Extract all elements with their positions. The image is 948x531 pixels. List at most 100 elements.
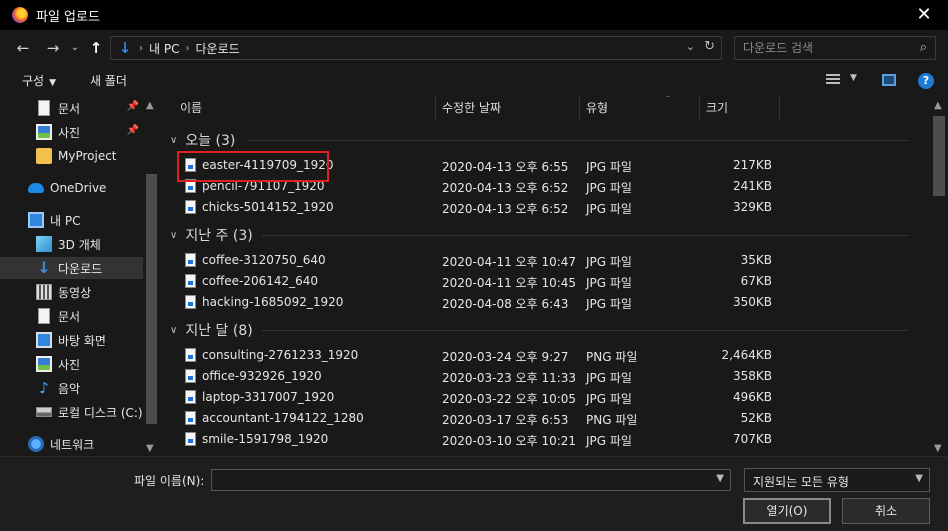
caret-down-icon: ▼ bbox=[49, 78, 57, 88]
preview-pane-icon[interactable] bbox=[882, 74, 896, 86]
file-type: JPG 파일 bbox=[586, 255, 632, 269]
sidebar-scrollbar[interactable]: ▲ ▼ bbox=[143, 96, 160, 456]
sidebar-item-onedrive[interactable]: OneDrive bbox=[0, 177, 143, 199]
pc-icon bbox=[28, 212, 44, 228]
videos-icon bbox=[36, 284, 52, 300]
organize-button[interactable]: 구성 ▼ bbox=[22, 72, 56, 89]
pictures-icon bbox=[36, 124, 52, 140]
file-size: 329KB bbox=[732, 200, 772, 214]
file-size: 496KB bbox=[732, 390, 772, 404]
forward-arrow-icon[interactable]: → bbox=[44, 39, 62, 57]
scroll-up-icon[interactable]: ▲ bbox=[146, 100, 154, 111]
image-file-icon bbox=[185, 295, 196, 309]
sidebar-item-videos[interactable]: 동영상 bbox=[0, 281, 143, 303]
file-size: 350KB bbox=[732, 295, 772, 309]
help-icon[interactable]: ? bbox=[918, 73, 934, 89]
table-row[interactable]: smile-1591798_1920 2020-03-10 오후 10:21 J… bbox=[160, 429, 930, 450]
address-bar[interactable]: ↓ › 내 PC › 다운로드 ⌄ ↻ bbox=[110, 36, 722, 60]
file-type: JPG 파일 bbox=[586, 297, 632, 311]
up-arrow-icon[interactable]: ↑ bbox=[87, 39, 105, 57]
file-date: 2020-04-11 오후 10:47 bbox=[442, 255, 577, 269]
recent-locations-icon[interactable]: ⌄ bbox=[66, 39, 84, 57]
table-row[interactable]: coffee-3120750_640 2020-04-11 오후 10:47 J… bbox=[160, 250, 930, 271]
group-header-today[interactable]: ∨ 오늘 (3) bbox=[170, 128, 908, 152]
file-type: JPG 파일 bbox=[586, 202, 632, 216]
search-box[interactable]: ⌕ bbox=[734, 36, 936, 60]
scrollbar-thumb[interactable] bbox=[933, 116, 945, 196]
table-row[interactable]: consulting-2761233_1920 2020-03-24 오후 9:… bbox=[160, 345, 930, 366]
pin-icon[interactable]: 📌 bbox=[127, 125, 139, 136]
group-header-last-month[interactable]: ∨ 지난 달 (8) bbox=[170, 318, 908, 342]
filename-combobox[interactable]: ▼ bbox=[211, 469, 731, 491]
table-row[interactable]: office-932926_1920 2020-03-23 오후 11:33 J… bbox=[160, 366, 930, 387]
column-header-type[interactable]: 유형 bbox=[580, 96, 700, 121]
group-header-last-week[interactable]: ∨ 지난 주 (3) bbox=[170, 223, 908, 247]
music-icon: ♪ bbox=[39, 379, 49, 397]
file-name: smile-1591798_1920 bbox=[202, 432, 329, 446]
close-icon[interactable]: ✕ bbox=[914, 5, 934, 25]
file-date: 2020-04-13 오후 6:55 bbox=[442, 160, 569, 174]
table-row[interactable]: accountant-1794122_1280 2020-03-17 오후 6:… bbox=[160, 408, 930, 429]
file-date: 2020-03-24 오후 9:27 bbox=[442, 350, 569, 364]
sidebar-item-label: 3D 개체 bbox=[58, 237, 101, 252]
new-folder-button[interactable]: 새 폴더 bbox=[90, 72, 127, 89]
sidebar-item-pictures[interactable]: 사진 bbox=[0, 353, 143, 375]
document-icon bbox=[38, 308, 50, 324]
sidebar-item-this-pc[interactable]: 내 PC bbox=[0, 209, 143, 231]
refresh-icon[interactable]: ↻ bbox=[704, 39, 715, 54]
downloads-icon: ↓ bbox=[37, 258, 51, 277]
scrollbar-thumb[interactable] bbox=[146, 174, 157, 424]
column-header-date[interactable]: 수정한 날짜 bbox=[436, 96, 580, 121]
table-row[interactable]: laptop-3317007_1920 2020-03-22 오후 10:05 … bbox=[160, 387, 930, 408]
search-input[interactable] bbox=[735, 37, 905, 59]
view-options-icon[interactable] bbox=[826, 74, 840, 86]
search-icon[interactable]: ⌕ bbox=[920, 40, 927, 55]
cancel-button[interactable]: 취소 bbox=[842, 498, 930, 524]
pin-icon[interactable]: 📌 bbox=[127, 101, 139, 112]
open-button[interactable]: 열기(O) bbox=[743, 498, 831, 524]
group-divider bbox=[248, 140, 908, 141]
filename-input[interactable] bbox=[212, 470, 712, 490]
sidebar-item-documents[interactable]: 문서 bbox=[0, 305, 143, 327]
column-header-name[interactable]: 이름 bbox=[174, 96, 436, 121]
table-row[interactable]: chicks-5014152_1920 2020-04-13 오후 6:52 J… bbox=[160, 197, 930, 218]
file-type-filter[interactable]: 지원되는 모든 유형 ▼ bbox=[744, 468, 930, 492]
sidebar-item-documents-pinned[interactable]: 문서 📌 bbox=[0, 97, 143, 119]
scroll-down-icon[interactable]: ▼ bbox=[934, 443, 942, 454]
table-row[interactable]: coffee-206142_640 2020-04-11 오후 10:45 JP… bbox=[160, 271, 930, 292]
scroll-up-icon[interactable]: ▲ bbox=[934, 100, 942, 111]
sidebar-item-label: 문서 bbox=[58, 309, 81, 324]
filename-label: 파일 이름(N): bbox=[134, 474, 205, 488]
file-size: 35KB bbox=[740, 253, 772, 267]
file-date: 2020-04-13 오후 6:52 bbox=[442, 181, 569, 195]
sidebar-item-myproject[interactable]: MyProject bbox=[0, 145, 143, 167]
sidebar-item-downloads[interactable]: ↓ 다운로드 bbox=[0, 257, 143, 279]
table-row[interactable]: pencil-791107_1920 2020-04-13 오후 6:52 JP… bbox=[160, 176, 930, 197]
scroll-down-icon[interactable]: ▼ bbox=[146, 443, 154, 454]
chevron-down-icon[interactable]: ▼ bbox=[915, 473, 923, 484]
sidebar-item-local-disk[interactable]: 로컬 디스크 (C:) bbox=[0, 401, 143, 423]
document-icon bbox=[38, 100, 50, 116]
chevron-down-icon: ∨ bbox=[170, 229, 178, 241]
sidebar-item-label: 바탕 화면 bbox=[58, 333, 106, 348]
table-row[interactable]: easter-4119709_1920 2020-04-13 오후 6:55 J… bbox=[160, 155, 930, 176]
drive-icon bbox=[36, 407, 52, 417]
sidebar-item-desktop[interactable]: 바탕 화면 bbox=[0, 329, 143, 351]
network-icon bbox=[28, 436, 44, 452]
sidebar-item-network[interactable]: 네트워크 bbox=[0, 433, 143, 455]
file-date: 2020-04-08 오후 6:43 bbox=[442, 297, 569, 311]
sidebar-item-3d-objects[interactable]: 3D 개체 bbox=[0, 233, 143, 255]
chevron-down-icon[interactable]: ⌄ bbox=[686, 40, 695, 53]
table-row[interactable]: hacking-1685092_1920 2020-04-08 오후 6:43 … bbox=[160, 292, 930, 313]
chevron-down-icon[interactable]: ▼ bbox=[716, 473, 724, 484]
caret-down-icon[interactable]: ▼ bbox=[850, 73, 857, 83]
file-list-scrollbar[interactable]: ▲ ▼ bbox=[930, 96, 948, 456]
column-header-size[interactable]: 크기 bbox=[700, 96, 780, 121]
sidebar-item-pictures-pinned[interactable]: 사진 📌 bbox=[0, 121, 143, 143]
file-date: 2020-03-22 오후 10:05 bbox=[442, 392, 577, 406]
back-arrow-icon[interactable]: ← bbox=[14, 39, 32, 57]
breadcrumb-pc[interactable]: 내 PC bbox=[149, 40, 179, 57]
breadcrumb-downloads[interactable]: 다운로드 bbox=[195, 40, 239, 57]
sidebar-item-music[interactable]: ♪ 음악 bbox=[0, 377, 143, 399]
file-size: 241KB bbox=[732, 179, 772, 193]
